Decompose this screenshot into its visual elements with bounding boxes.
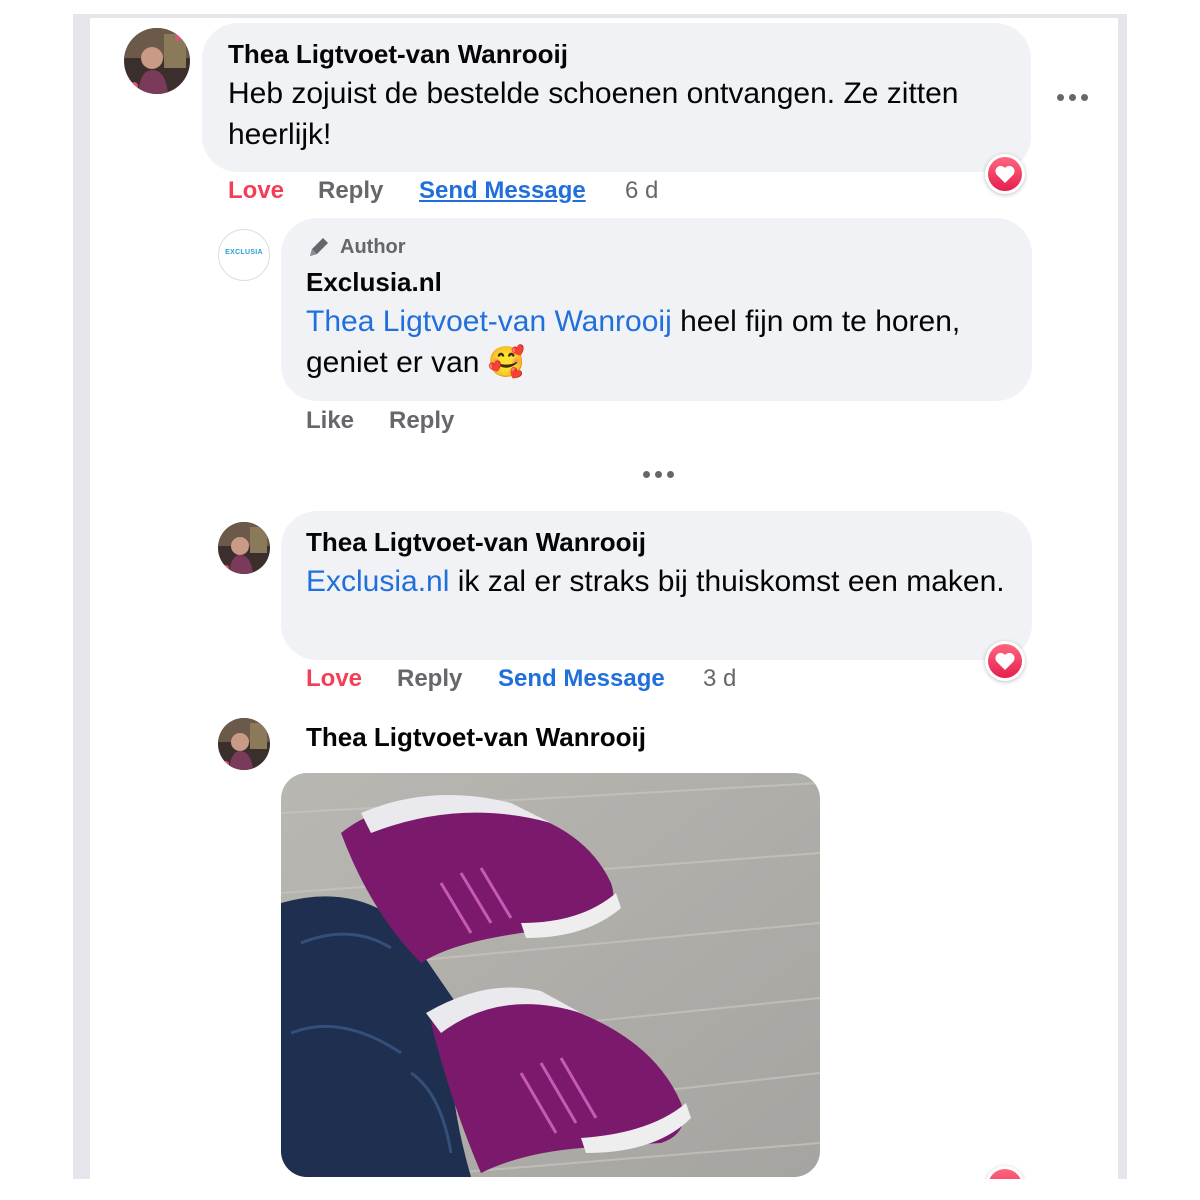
comments-panel: Thea Ligtvoet-van Wanrooij Heb zojuist d… (90, 18, 1118, 1179)
comment-author[interactable]: Thea Ligtvoet-van Wanrooij (306, 526, 646, 558)
smiling-hearts-emoji: 🥰 (487, 346, 526, 379)
more-options-icon[interactable] (1057, 94, 1088, 101)
author-badge: Author (306, 234, 406, 260)
heart-reaction-icon[interactable] (985, 1166, 1025, 1179)
exclusia-logo: EXCLUSIA (225, 249, 263, 256)
pen-icon (306, 234, 332, 260)
avatar[interactable] (218, 522, 270, 574)
comment-author[interactable]: Exclusia.nl (306, 266, 442, 298)
page-avatar[interactable]: EXCLUSIA (218, 229, 270, 281)
love-button[interactable]: Love (306, 664, 362, 694)
send-message-link[interactable]: Send Message (498, 664, 665, 694)
timestamp[interactable]: 3 d (703, 664, 736, 694)
comment-author[interactable]: Thea Ligtvoet-van Wanrooij (228, 38, 568, 70)
comment-text-body: ik zal er straks bij thuiskomst een make… (449, 565, 1005, 598)
avatar[interactable] (218, 718, 270, 770)
heart-reaction-icon[interactable] (985, 641, 1025, 681)
purple-sneakers-photo[interactable] (281, 773, 820, 1177)
comment-author[interactable]: Thea Ligtvoet-van Wanrooij (306, 721, 646, 753)
reply-button[interactable]: Reply (389, 406, 454, 436)
timestamp[interactable]: 6 d (625, 176, 658, 206)
comment-text: Exclusia.nl ik zal er straks bij thuisko… (306, 561, 1006, 602)
love-button[interactable]: Love (228, 176, 284, 206)
more-replies-icon[interactable] (643, 471, 674, 478)
comment-text: Heb zojuist de bestelde schoenen ontvang… (228, 77, 959, 151)
comment-text: Thea Ligtvoet-van Wanrooij heel fijn om … (306, 301, 1016, 383)
reply-button[interactable]: Reply (318, 176, 383, 206)
mention-link[interactable]: Thea Ligtvoet-van Wanrooij (306, 305, 672, 338)
like-button[interactable]: Like (306, 406, 354, 436)
heart-reaction-icon[interactable] (985, 154, 1025, 194)
reply-button[interactable]: Reply (397, 664, 462, 694)
avatar[interactable] (124, 28, 190, 94)
author-badge-label: Author (340, 235, 406, 258)
send-message-link[interactable]: Send Message (419, 176, 586, 206)
mention-link[interactable]: Exclusia.nl (306, 565, 449, 598)
